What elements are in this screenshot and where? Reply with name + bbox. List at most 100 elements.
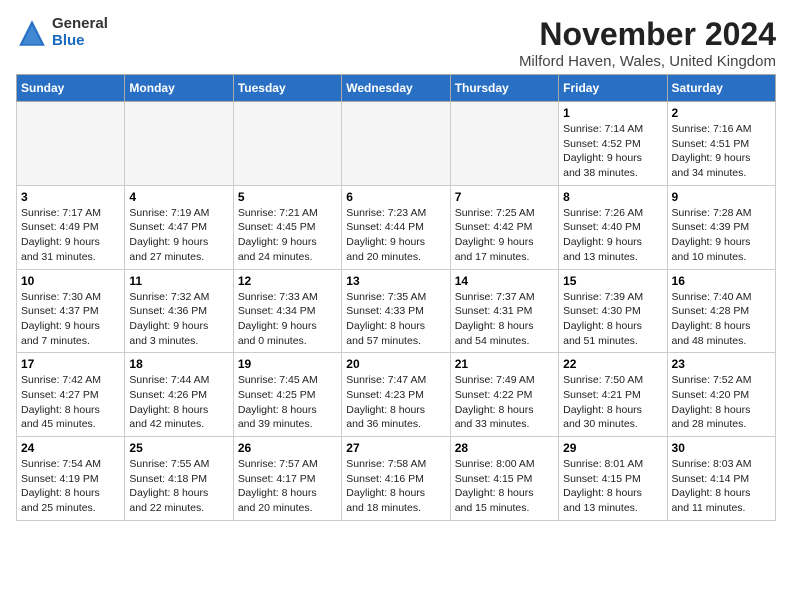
calendar-cell: 16 Sunrise: 7:40 AM Sunset: 4:28 PM Dayli… xyxy=(667,269,775,353)
day-number: 8 xyxy=(563,190,662,204)
calendar-cell: 15 Sunrise: 7:39 AM Sunset: 4:30 PM Dayli… xyxy=(559,269,667,353)
day-number: 28 xyxy=(455,441,554,455)
weekday-header-saturday: Saturday xyxy=(667,75,775,102)
day-info: Sunrise: 7:45 AM Sunset: 4:25 PM Dayligh… xyxy=(238,373,337,432)
calendar-cell: 9Sunrise: 7:28 AM Sunset: 4:39 PM Daylig… xyxy=(667,185,775,269)
day-number: 18 xyxy=(129,357,228,371)
calendar-cell xyxy=(342,102,450,186)
calendar-cell: 10 Sunrise: 7:30 AM Sunset: 4:37 PM Dayli… xyxy=(17,269,125,353)
day-info: Sunrise: 7:57 AM Sunset: 4:17 PM Dayligh… xyxy=(238,457,337,516)
day-info: Sunrise: 7:47 AM Sunset: 4:23 PM Dayligh… xyxy=(346,373,445,432)
day-info: Sunrise: 8:03 AM Sunset: 4:14 PM Dayligh… xyxy=(672,457,771,516)
day-number: 12 xyxy=(238,274,337,288)
week-row-1: 1Sunrise: 7:14 AM Sunset: 4:52 PM Daylig… xyxy=(17,102,776,186)
day-info: Sunrise: 7:23 AM Sunset: 4:44 PM Dayligh… xyxy=(346,206,445,265)
day-info: Sunrise: 8:01 AM Sunset: 4:15 PM Dayligh… xyxy=(563,457,662,516)
weekday-header-friday: Friday xyxy=(559,75,667,102)
weekday-header-monday: Monday xyxy=(125,75,233,102)
day-number: 9 xyxy=(672,190,771,204)
calendar-cell: 3 Sunrise: 7:17 AM Sunset: 4:49 PM Daylig… xyxy=(17,185,125,269)
day-number: 30 xyxy=(672,441,771,455)
day-info: Sunrise: 7:39 AM Sunset: 4:30 PM Dayligh… xyxy=(563,290,662,349)
location-title: Milford Haven, Wales, United Kingdom xyxy=(519,53,776,70)
calendar-cell: 14 Sunrise: 7:37 AM Sunset: 4:31 PM Dayli… xyxy=(450,269,558,353)
weekday-header-wednesday: Wednesday xyxy=(342,75,450,102)
calendar-cell: 13 Sunrise: 7:35 AM Sunset: 4:33 PM Dayli… xyxy=(342,269,450,353)
day-number: 3 xyxy=(21,190,120,204)
day-number: 23 xyxy=(672,357,771,371)
week-row-5: 24Sunrise: 7:54 AM Sunset: 4:19 PM Dayli… xyxy=(17,437,776,521)
day-number: 10 xyxy=(21,274,120,288)
calendar-cell: 22 Sunrise: 7:50 AM Sunset: 4:21 PM Dayli… xyxy=(559,353,667,437)
calendar-cell xyxy=(233,102,341,186)
day-info: Sunrise: 7:33 AM Sunset: 4:34 PM Dayligh… xyxy=(238,290,337,349)
day-info: Sunrise: 8:00 AM Sunset: 4:15 PM Dayligh… xyxy=(455,457,554,516)
day-info: Sunrise: 7:26 AM Sunset: 4:40 PM Dayligh… xyxy=(563,206,662,265)
calendar-cell: 11Sunrise: 7:32 AM Sunset: 4:36 PM Dayli… xyxy=(125,269,233,353)
day-number: 24 xyxy=(21,441,120,455)
day-info: Sunrise: 7:14 AM Sunset: 4:52 PM Dayligh… xyxy=(563,122,662,181)
day-info: Sunrise: 7:50 AM Sunset: 4:21 PM Dayligh… xyxy=(563,373,662,432)
calendar-cell: 30 Sunrise: 8:03 AM Sunset: 4:14 PM Dayli… xyxy=(667,437,775,521)
calendar-cell: 4Sunrise: 7:19 AM Sunset: 4:47 PM Daylig… xyxy=(125,185,233,269)
day-number: 25 xyxy=(129,441,228,455)
weekday-header-tuesday: Tuesday xyxy=(233,75,341,102)
calendar-cell: 5Sunrise: 7:21 AM Sunset: 4:45 PM Daylig… xyxy=(233,185,341,269)
day-number: 16 xyxy=(672,274,771,288)
day-number: 15 xyxy=(563,274,662,288)
calendar-cell: 18 Sunrise: 7:44 AM Sunset: 4:26 PM Dayli… xyxy=(125,353,233,437)
day-info: Sunrise: 7:16 AM Sunset: 4:51 PM Dayligh… xyxy=(672,122,771,181)
day-number: 26 xyxy=(238,441,337,455)
day-info: Sunrise: 7:30 AM Sunset: 4:37 PM Dayligh… xyxy=(21,290,120,349)
day-number: 27 xyxy=(346,441,445,455)
day-info: Sunrise: 7:40 AM Sunset: 4:28 PM Dayligh… xyxy=(672,290,771,349)
calendar-cell xyxy=(17,102,125,186)
day-number: 17 xyxy=(21,357,120,371)
calendar-cell: 25 Sunrise: 7:55 AM Sunset: 4:18 PM Dayli… xyxy=(125,437,233,521)
logo-blue-label: Blue xyxy=(52,33,108,50)
logo-icon xyxy=(16,17,48,49)
day-number: 13 xyxy=(346,274,445,288)
day-info: Sunrise: 7:35 AM Sunset: 4:33 PM Dayligh… xyxy=(346,290,445,349)
day-number: 6 xyxy=(346,190,445,204)
calendar-table: SundayMondayTuesdayWednesdayThursdayFrid… xyxy=(16,74,776,521)
day-info: Sunrise: 7:49 AM Sunset: 4:22 PM Dayligh… xyxy=(455,373,554,432)
day-number: 22 xyxy=(563,357,662,371)
calendar-cell: 19Sunrise: 7:45 AM Sunset: 4:25 PM Dayli… xyxy=(233,353,341,437)
weekday-header-thursday: Thursday xyxy=(450,75,558,102)
logo-general-label: General xyxy=(52,16,108,33)
calendar-cell: 28 Sunrise: 8:00 AM Sunset: 4:15 PM Dayli… xyxy=(450,437,558,521)
title-area: November 2024 Milford Haven, Wales, Unit… xyxy=(519,16,776,70)
day-info: Sunrise: 7:52 AM Sunset: 4:20 PM Dayligh… xyxy=(672,373,771,432)
day-number: 11 xyxy=(129,274,228,288)
calendar-cell: 26 Sunrise: 7:57 AM Sunset: 4:17 PM Dayli… xyxy=(233,437,341,521)
day-number: 14 xyxy=(455,274,554,288)
calendar-cell: 12 Sunrise: 7:33 AM Sunset: 4:34 PM Dayli… xyxy=(233,269,341,353)
week-row-4: 17Sunrise: 7:42 AM Sunset: 4:27 PM Dayli… xyxy=(17,353,776,437)
day-number: 7 xyxy=(455,190,554,204)
day-info: Sunrise: 7:37 AM Sunset: 4:31 PM Dayligh… xyxy=(455,290,554,349)
logo: General Blue xyxy=(16,16,108,49)
calendar-cell: 23 Sunrise: 7:52 AM Sunset: 4:20 PM Dayli… xyxy=(667,353,775,437)
calendar-cell: 21 Sunrise: 7:49 AM Sunset: 4:22 PM Dayli… xyxy=(450,353,558,437)
day-info: Sunrise: 7:55 AM Sunset: 4:18 PM Dayligh… xyxy=(129,457,228,516)
day-info: Sunrise: 7:19 AM Sunset: 4:47 PM Dayligh… xyxy=(129,206,228,265)
day-number: 21 xyxy=(455,357,554,371)
calendar-cell: 6 Sunrise: 7:23 AM Sunset: 4:44 PM Daylig… xyxy=(342,185,450,269)
calendar-cell: 8 Sunrise: 7:26 AM Sunset: 4:40 PM Daylig… xyxy=(559,185,667,269)
calendar-cell: 2 Sunrise: 7:16 AM Sunset: 4:51 PM Daylig… xyxy=(667,102,775,186)
page-header: General Blue November 2024 Milford Haven… xyxy=(16,16,776,70)
calendar-cell: 24Sunrise: 7:54 AM Sunset: 4:19 PM Dayli… xyxy=(17,437,125,521)
day-number: 20 xyxy=(346,357,445,371)
weekday-header-sunday: Sunday xyxy=(17,75,125,102)
logo-text: General Blue xyxy=(52,16,108,49)
weekday-header-row: SundayMondayTuesdayWednesdayThursdayFrid… xyxy=(17,75,776,102)
calendar-cell: 1Sunrise: 7:14 AM Sunset: 4:52 PM Daylig… xyxy=(559,102,667,186)
day-info: Sunrise: 7:17 AM Sunset: 4:49 PM Dayligh… xyxy=(21,206,120,265)
day-number: 2 xyxy=(672,106,771,120)
week-row-2: 3 Sunrise: 7:17 AM Sunset: 4:49 PM Daylig… xyxy=(17,185,776,269)
calendar-cell: 7Sunrise: 7:25 AM Sunset: 4:42 PM Daylig… xyxy=(450,185,558,269)
day-info: Sunrise: 7:21 AM Sunset: 4:45 PM Dayligh… xyxy=(238,206,337,265)
calendar-cell: 27Sunrise: 7:58 AM Sunset: 4:16 PM Dayli… xyxy=(342,437,450,521)
day-info: Sunrise: 7:44 AM Sunset: 4:26 PM Dayligh… xyxy=(129,373,228,432)
